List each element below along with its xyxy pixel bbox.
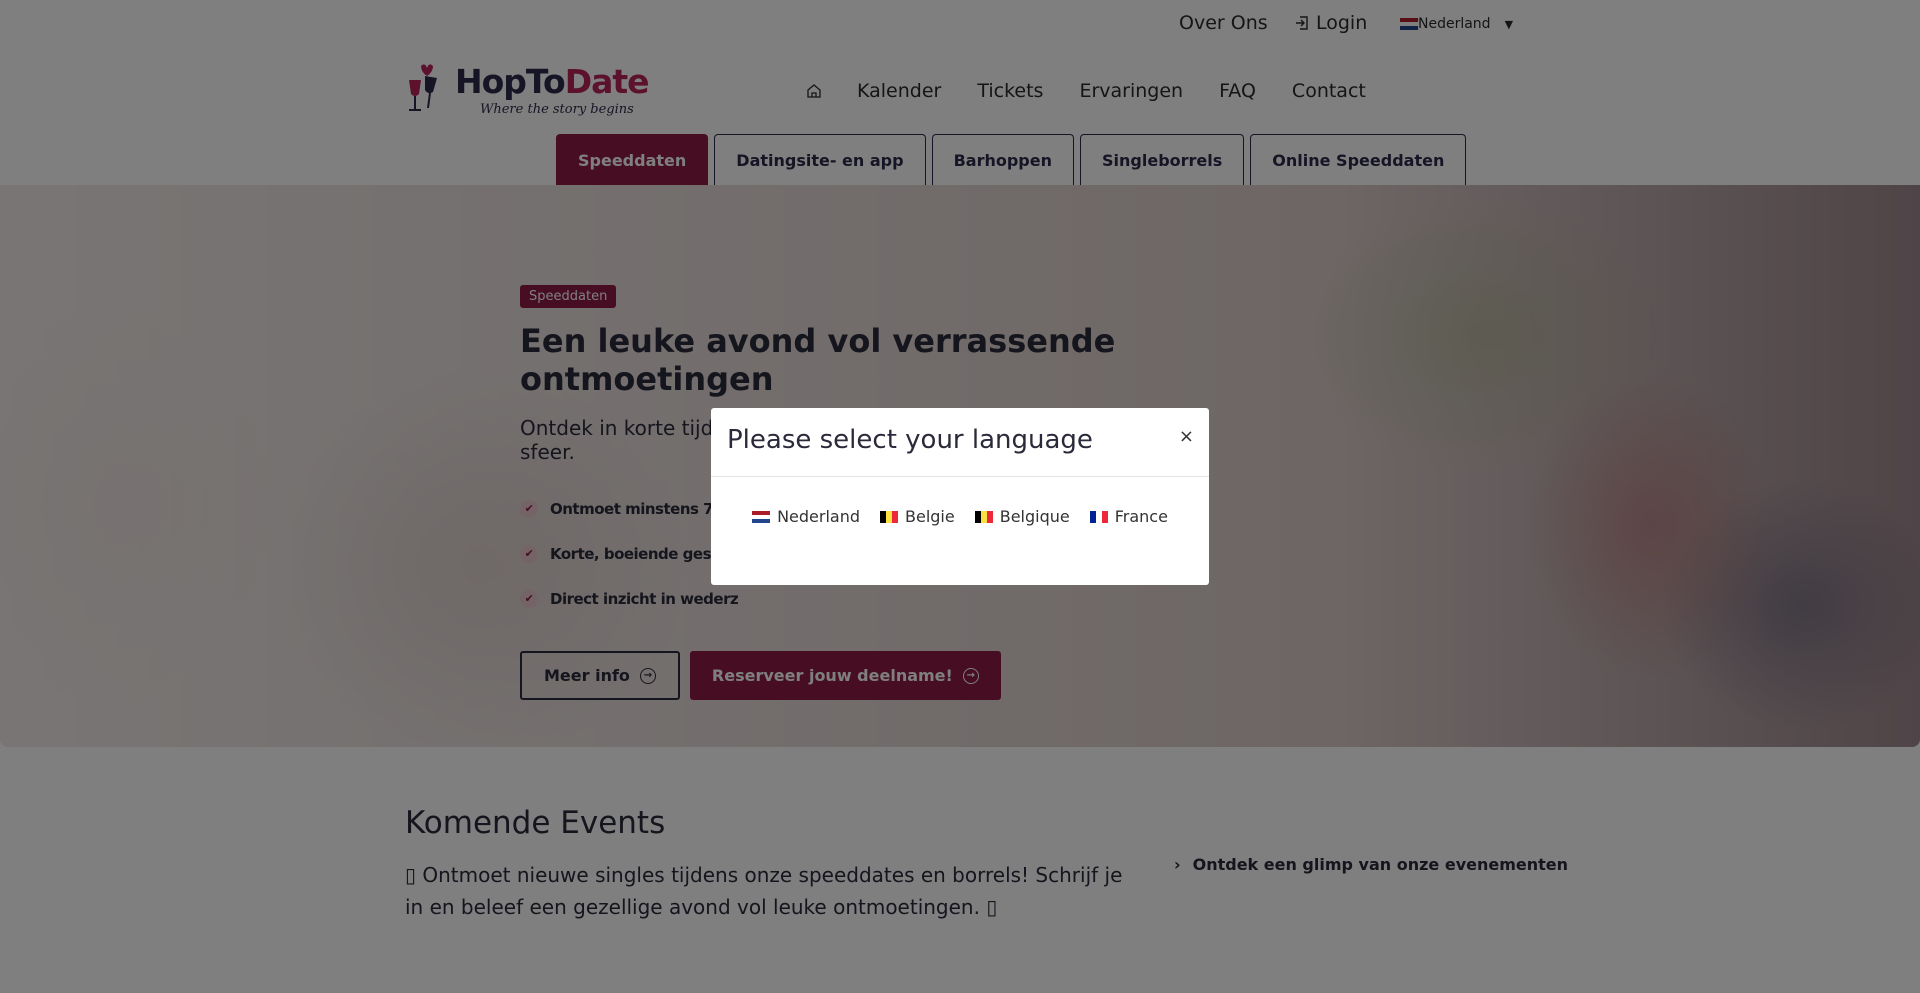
france-flag-icon — [1089, 510, 1108, 523]
language-option-belgique[interactable]: Belgique — [974, 507, 1070, 526]
language-option-france[interactable]: France — [1089, 507, 1168, 526]
language-option-nederland[interactable]: Nederland — [752, 507, 860, 526]
language-option-belgie[interactable]: Belgie — [880, 507, 955, 526]
belgium-flag-icon — [974, 510, 993, 523]
belgium-flag-icon — [880, 510, 898, 523]
language-options: Nederland Belgie Belgique France — [711, 507, 1209, 526]
language-modal: Please select your language × Nederland … — [711, 408, 1209, 585]
netherlands-flag-icon — [752, 510, 771, 523]
close-icon[interactable]: × — [1179, 426, 1194, 447]
modal-title: Please select your language — [727, 425, 1093, 455]
modal-header: Please select your language × — [711, 408, 1209, 477]
